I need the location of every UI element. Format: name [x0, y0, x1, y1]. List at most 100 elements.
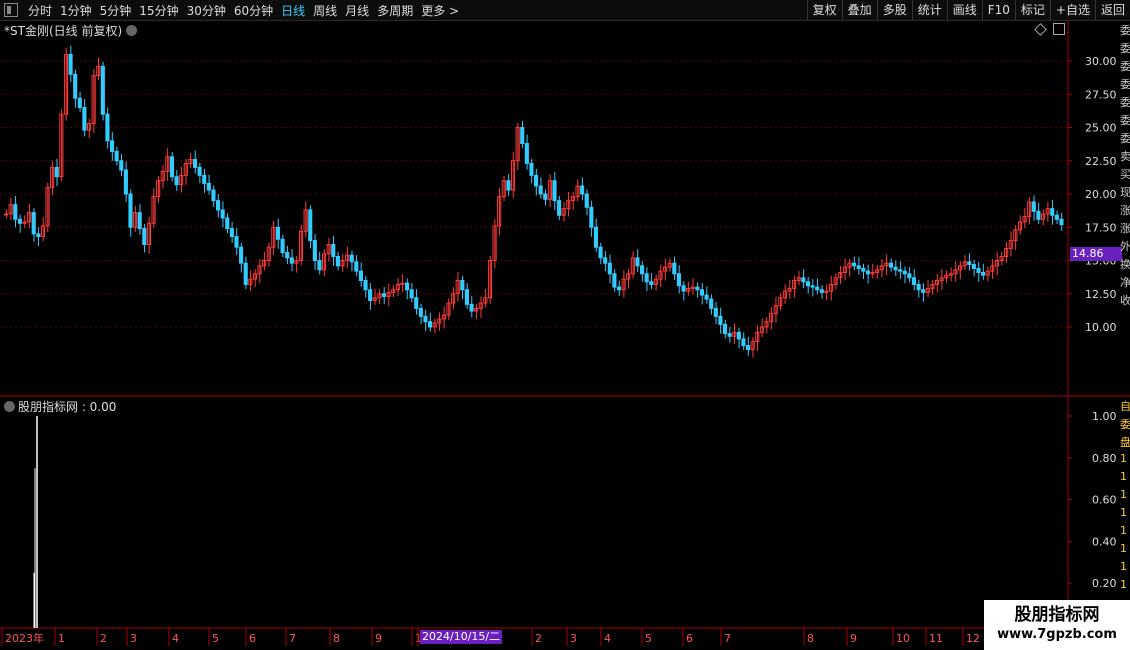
candle-body: [137, 212, 142, 230]
candle-body: [736, 331, 741, 340]
candle-body: [852, 262, 857, 267]
quote-label: 委: [1120, 96, 1130, 109]
candle-body: [534, 174, 539, 187]
price-tick-label: 20.00: [1085, 188, 1117, 201]
candle-body: [460, 279, 465, 291]
candle-body: [911, 277, 917, 285]
candle-body: [543, 193, 548, 200]
candle-body: [174, 176, 179, 186]
candle-body: [119, 160, 124, 171]
candle-body: [234, 236, 239, 248]
candle-body: [289, 257, 294, 264]
stock-title[interactable]: *ST金刚(日线 前复权): [4, 22, 138, 39]
candle-body: [110, 140, 115, 152]
date-tick-label: 8: [333, 632, 340, 645]
candle-body: [114, 150, 119, 162]
candle-body: [815, 286, 820, 291]
quote-label: 涨: [1120, 204, 1130, 217]
candle-body: [285, 252, 290, 259]
window-icon[interactable]: [1053, 23, 1065, 35]
candle-body: [612, 273, 617, 288]
indicator-title[interactable]: 股朋指标网 : 0.00: [4, 398, 116, 415]
candle-body: [381, 293, 387, 297]
candle-body: [202, 174, 207, 184]
price-tick-label: 30.00: [1085, 55, 1117, 68]
quote-label: 自: [1120, 400, 1130, 413]
indicator-tick-label: 0.60: [1092, 494, 1117, 507]
date-tick-label: 9: [375, 632, 382, 645]
candle-body: [640, 265, 645, 275]
candle-body: [169, 156, 175, 178]
candle-body: [524, 142, 529, 164]
quote-label: 委: [1120, 78, 1130, 91]
candle-body: [713, 307, 718, 317]
quote-label: 1: [1120, 578, 1127, 591]
kline-chart[interactable]: 30.0027.5025.0022.5020.0017.5015.0012.50…: [0, 0, 1130, 650]
candle-body: [506, 180, 511, 191]
candle-body: [893, 266, 898, 271]
price-tick-label: 10.00: [1085, 321, 1117, 334]
candle-body: [865, 270, 870, 275]
candle-body: [805, 281, 811, 287]
candle-body: [861, 267, 866, 272]
price-tick-label: 12.50: [1085, 288, 1117, 301]
brand-name: 股朋指标网: [1014, 605, 1100, 625]
current-price-tag: 14.86: [1070, 247, 1122, 261]
date-tick-label: 2: [100, 632, 107, 645]
quote-spacer: [1120, 310, 1130, 398]
quote-label: 委: [1120, 60, 1130, 73]
candle-body: [197, 166, 202, 176]
quote-label: 委: [1120, 418, 1130, 431]
candle-body: [520, 127, 525, 144]
quote-label: 1: [1120, 452, 1127, 465]
candle-body: [967, 261, 972, 265]
candle-body: [695, 286, 700, 291]
candle-body: [428, 321, 433, 328]
right-quote-strip: 委委委委委委委卖买现涨涨外换净收自委盘11111111: [1120, 22, 1130, 622]
candle-body: [746, 345, 751, 351]
candle-body: [469, 303, 474, 312]
candle-body: [580, 185, 585, 195]
candle-body: [123, 169, 128, 195]
date-tick-label: 1: [58, 632, 65, 645]
diamond-icon[interactable]: [1034, 23, 1047, 36]
quote-label: 委: [1120, 24, 1130, 37]
price-tick-label: 22.50: [1085, 155, 1117, 168]
candle-body: [552, 180, 557, 202]
candle-body: [856, 265, 861, 269]
quote-label: 净: [1120, 276, 1130, 289]
candle-body: [902, 270, 907, 275]
candle-body: [1036, 210, 1041, 220]
candle-body: [54, 166, 59, 178]
candle-body: [649, 281, 654, 285]
candle-body: [741, 338, 746, 347]
candle-body: [368, 289, 373, 301]
candle-body: [105, 113, 110, 142]
chevron-down-icon[interactable]: [126, 25, 138, 36]
candle-body: [681, 285, 686, 292]
candle-body: [888, 262, 893, 268]
indicator-bars: [33, 416, 38, 628]
date-tick-label: 6: [249, 632, 256, 645]
quote-label: 委: [1120, 132, 1130, 145]
quote-label: 1: [1120, 488, 1127, 501]
candle-body: [142, 228, 147, 246]
candle-body: [529, 162, 534, 176]
quote-label: 盘: [1120, 436, 1130, 449]
date-tick-label: 4: [604, 632, 611, 645]
candle-body: [82, 107, 87, 131]
indicator-tick-label: 0.40: [1092, 535, 1117, 548]
indicator-tick-label: 0.80: [1092, 452, 1117, 465]
candle-body: [77, 97, 82, 109]
candle-body: [17, 218, 22, 224]
indicator-tick-label: 0.20: [1092, 577, 1117, 590]
chevron-down-icon[interactable]: [4, 401, 15, 412]
date-tick-label: 6: [686, 632, 693, 645]
candle-body: [225, 217, 230, 230]
candle-body: [216, 200, 221, 211]
candle-body: [73, 73, 78, 99]
candle-body: [36, 233, 41, 238]
candle-body: [1050, 208, 1055, 216]
quote-label: 收: [1120, 294, 1130, 307]
candle-body: [243, 262, 248, 285]
